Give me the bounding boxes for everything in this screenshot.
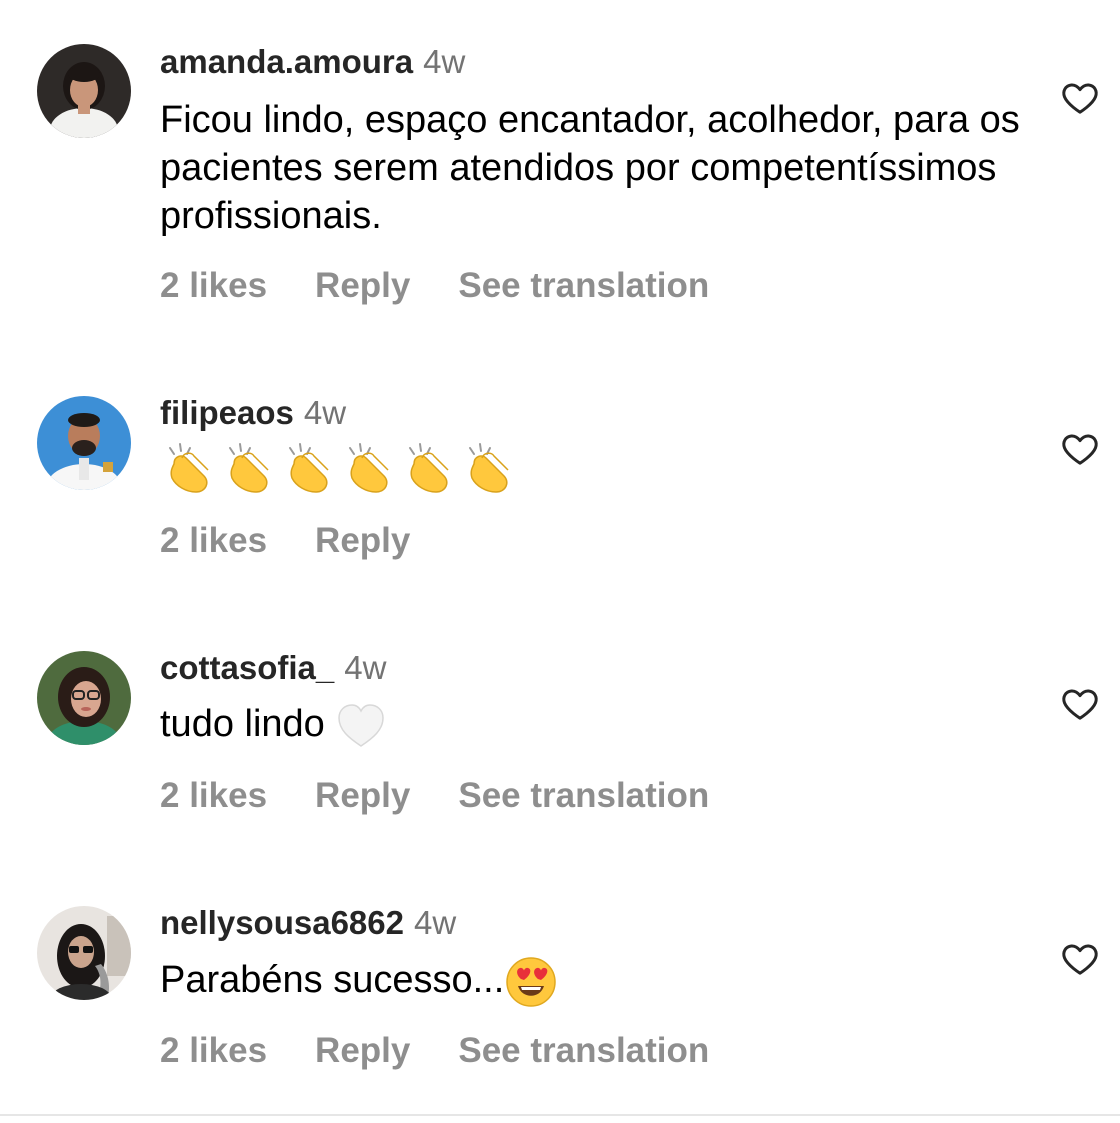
- clapping-hands-icon: [289, 443, 329, 493]
- avatar[interactable]: [37, 396, 131, 490]
- comment-text: Parabéns sucesso...: [160, 955, 1040, 1009]
- clapping-hands-emoji-row: [160, 440, 520, 500]
- timestamp: 4w: [414, 904, 457, 941]
- comment-text-content: Parabéns sucesso...: [160, 959, 505, 1002]
- clapping-hands-icon: [409, 443, 449, 493]
- comment-actions: 2 likes Reply See translation: [160, 1031, 757, 1071]
- comment-actions: 2 likes Reply See translation: [160, 266, 757, 306]
- reply-button[interactable]: Reply: [315, 1031, 410, 1070]
- white-heart-icon: [338, 704, 385, 747]
- likes-count[interactable]: 2 likes: [160, 521, 267, 560]
- avatar[interactable]: [37, 906, 131, 1000]
- see-translation-button[interactable]: See translation: [458, 776, 709, 815]
- reply-button[interactable]: Reply: [315, 521, 410, 560]
- clapping-hands-icon: [169, 443, 209, 493]
- reply-button[interactable]: Reply: [315, 776, 410, 815]
- see-translation-button[interactable]: See translation: [458, 266, 709, 305]
- comment-text-content: tudo lindo: [160, 703, 325, 746]
- comment-header: cottasofia_ 4w: [160, 648, 386, 688]
- comment-header: filipeaos 4w: [160, 393, 346, 433]
- likes-count[interactable]: 2 likes: [160, 266, 267, 305]
- clapping-hands-icon: [469, 443, 509, 493]
- likes-count[interactable]: 2 likes: [160, 1031, 267, 1070]
- comment-header: amanda.amoura 4w: [160, 42, 465, 82]
- clapping-hands-icon: [229, 443, 269, 493]
- heart-eyes-face-icon: [506, 957, 557, 1007]
- username[interactable]: nellysousa6862: [160, 904, 404, 941]
- reply-button[interactable]: Reply: [315, 266, 410, 305]
- see-translation-button[interactable]: See translation: [458, 1031, 709, 1070]
- timestamp: 4w: [423, 43, 466, 80]
- comment-actions: 2 likes Reply See translation: [160, 776, 757, 816]
- comment-actions: 2 likes Reply: [160, 521, 458, 561]
- comment-text: Ficou lindo, espaço encantador, acolhedo…: [160, 99, 1020, 237]
- clapping-hands-icon: [349, 443, 389, 493]
- bottom-divider: [0, 1114, 1120, 1116]
- like-heart-icon[interactable]: [1060, 939, 1100, 979]
- like-heart-icon[interactable]: [1060, 684, 1100, 724]
- username[interactable]: cottasofia_: [160, 649, 334, 686]
- comment-header: nellysousa6862 4w: [160, 903, 456, 943]
- likes-count[interactable]: 2 likes: [160, 776, 267, 815]
- timestamp: 4w: [344, 649, 387, 686]
- avatar[interactable]: [37, 651, 131, 745]
- username[interactable]: amanda.amoura: [160, 43, 413, 80]
- username[interactable]: filipeaos: [160, 394, 294, 431]
- comment-text: tudo lindo: [160, 700, 1040, 752]
- like-heart-icon[interactable]: [1060, 429, 1100, 469]
- avatar[interactable]: [37, 44, 131, 138]
- timestamp: 4w: [303, 394, 347, 431]
- like-heart-icon[interactable]: [1060, 78, 1100, 118]
